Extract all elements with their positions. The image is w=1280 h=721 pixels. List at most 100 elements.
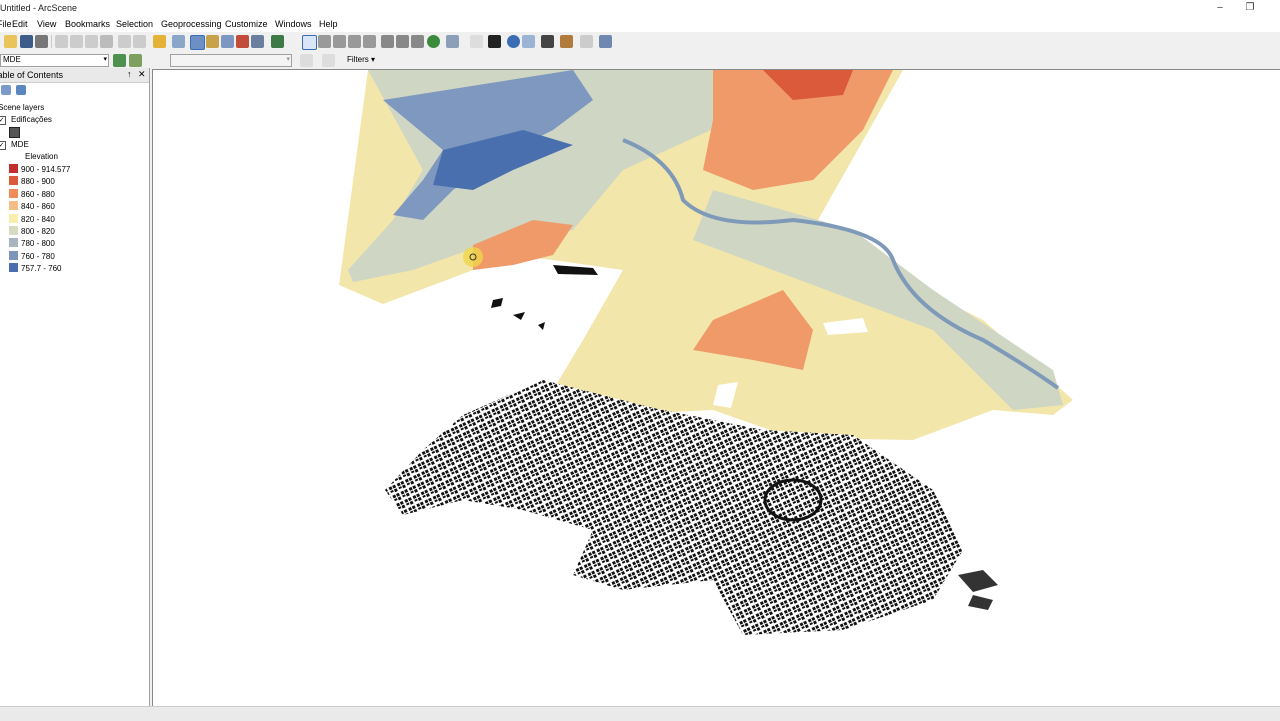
minimize-button[interactable]: – [1206, 0, 1234, 16]
full-extent-icon[interactable] [427, 35, 440, 48]
title-bar: Untitled - ArcScene – ❐ [0, 0, 1280, 16]
menu-windows[interactable]: Windows [275, 19, 312, 29]
set-observer-icon[interactable] [363, 35, 376, 48]
edificacoes-symbol[interactable] [9, 127, 20, 138]
catalog-icon[interactable] [206, 35, 219, 48]
legend-item[interactable]: 800 - 820 [9, 226, 55, 236]
pan-icon[interactable] [411, 35, 424, 48]
delete-icon[interactable] [100, 35, 113, 48]
legend-swatch[interactable] [9, 226, 18, 235]
legend-label: 820 - 840 [21, 214, 55, 224]
scene-view[interactable] [152, 69, 1280, 706]
restore-button[interactable]: ❐ [1236, 0, 1264, 16]
cursor-icon [463, 247, 483, 267]
select-features-icon[interactable] [446, 35, 459, 48]
edificacoes-checkbox[interactable]: ✓ [0, 116, 6, 125]
list-by-drawing-order-icon[interactable] [1, 85, 11, 95]
table-of-contents-panel: Table of Contents ↑ ✕ Scene layers ✓ Edi… [0, 68, 150, 706]
close-icon[interactable]: ✕ [138, 69, 146, 80]
editor-icon[interactable] [322, 54, 335, 67]
add-data-icon[interactable] [153, 35, 166, 48]
3d-analyst-icon[interactable] [599, 35, 612, 48]
navigate-icon[interactable] [302, 35, 317, 50]
legend-swatch[interactable] [9, 188, 18, 198]
select-elements-icon[interactable] [488, 35, 501, 48]
toc-header: Table of Contents ↑ ✕ [0, 68, 149, 83]
legend-label: 757.7 - 760 [21, 264, 62, 274]
legend-label: 880 - 900 [21, 177, 55, 187]
legend-item[interactable]: 757.7 - 760 [9, 263, 61, 273]
legend-swatch[interactable] [9, 164, 18, 173]
paste-icon[interactable] [85, 35, 98, 48]
contour-icon[interactable] [113, 54, 126, 67]
undo-icon[interactable] [118, 35, 131, 48]
menu-geoprocessing[interactable]: Geoprocessing [161, 19, 222, 29]
legend-item[interactable]: 780 - 800 [9, 238, 55, 248]
mde-checkbox[interactable]: ✓ [0, 141, 6, 150]
redo-icon[interactable] [133, 35, 146, 48]
modelbuilder-icon[interactable] [271, 35, 284, 48]
layer-toolbar: MDE ▾ ▾ Filters ▾ [0, 51, 1280, 68]
feature-input[interactable]: ▾ [170, 54, 292, 67]
identify-icon[interactable] [507, 35, 520, 48]
list-by-source-icon[interactable] [16, 85, 26, 95]
legend-label: 800 - 820 [21, 227, 55, 236]
menu-bar: File Edit View Bookmarks Selection Geopr… [0, 16, 1280, 32]
menu-selection[interactable]: Selection [116, 19, 153, 29]
chevron-down-icon: ▾ [103, 56, 107, 63]
toc-title: Table of Contents [0, 70, 64, 80]
menu-help[interactable]: Help [319, 19, 338, 29]
legend-swatch[interactable] [9, 176, 18, 186]
legend-label: 900 - 914.577 [21, 165, 71, 174]
legend-title: Elevation [25, 152, 58, 161]
buildings-scatter [491, 265, 598, 330]
legend-item[interactable]: 900 - 914.577 [9, 164, 70, 174]
menu-view[interactable]: View [37, 19, 56, 29]
line-of-sight-icon[interactable] [129, 54, 142, 67]
menu-customize[interactable]: Customize [225, 19, 268, 29]
legend-swatch[interactable] [9, 250, 18, 260]
scene-canvas[interactable] [153, 70, 1280, 706]
legend-item[interactable]: 760 - 780 [9, 250, 55, 261]
center-target-icon[interactable] [333, 35, 346, 48]
legend-label: 840 - 860 [21, 202, 55, 212]
python-icon[interactable] [251, 35, 264, 48]
fly-icon[interactable] [318, 35, 331, 48]
scene-properties-icon[interactable] [172, 35, 185, 48]
legend-swatch[interactable] [9, 263, 18, 273]
zoom-target-icon[interactable] [348, 35, 361, 48]
measure-icon[interactable] [560, 35, 573, 48]
interpolate-icon[interactable] [300, 54, 313, 67]
legend-swatch[interactable] [9, 238, 18, 248]
open-icon[interactable] [4, 35, 17, 48]
save-icon[interactable] [20, 35, 33, 48]
print-icon[interactable] [35, 35, 48, 48]
layer-name-edificacoes[interactable]: Edificações [11, 115, 52, 124]
layer-dropdown[interactable]: MDE ▾ [0, 54, 109, 67]
legend-label: 760 - 780 [21, 251, 55, 261]
legend-item[interactable]: 860 - 880 [9, 188, 55, 199]
toc-icon[interactable] [190, 35, 205, 50]
animation-icon[interactable] [580, 35, 593, 48]
arctoolbox-icon[interactable] [236, 35, 249, 48]
menu-file[interactable]: File [0, 19, 12, 29]
layer-name-mde[interactable]: MDE [11, 140, 29, 149]
legend-item[interactable]: 880 - 900 [9, 176, 55, 186]
buildings-outlier [958, 570, 998, 610]
find-icon[interactable] [541, 35, 554, 48]
legend-swatch[interactable] [9, 201, 18, 211]
cut-icon[interactable] [55, 35, 68, 48]
search-window-icon[interactable] [221, 35, 234, 48]
menu-bookmarks[interactable]: Bookmarks [65, 19, 110, 29]
filters-button[interactable]: Filters ▾ [347, 55, 375, 64]
legend-item[interactable]: 820 - 840 [9, 213, 55, 224]
menu-edit[interactable]: Edit [12, 19, 28, 29]
copy-icon[interactable] [70, 35, 83, 48]
legend-swatch[interactable] [9, 213, 18, 223]
html-popup-icon[interactable] [522, 35, 535, 48]
zoom-out-icon[interactable] [396, 35, 409, 48]
pin-icon[interactable]: ↑ [127, 69, 132, 79]
zoom-in-icon[interactable] [381, 35, 394, 48]
legend-item[interactable]: 840 - 860 [9, 201, 55, 211]
clear-selection-icon[interactable] [470, 35, 483, 48]
